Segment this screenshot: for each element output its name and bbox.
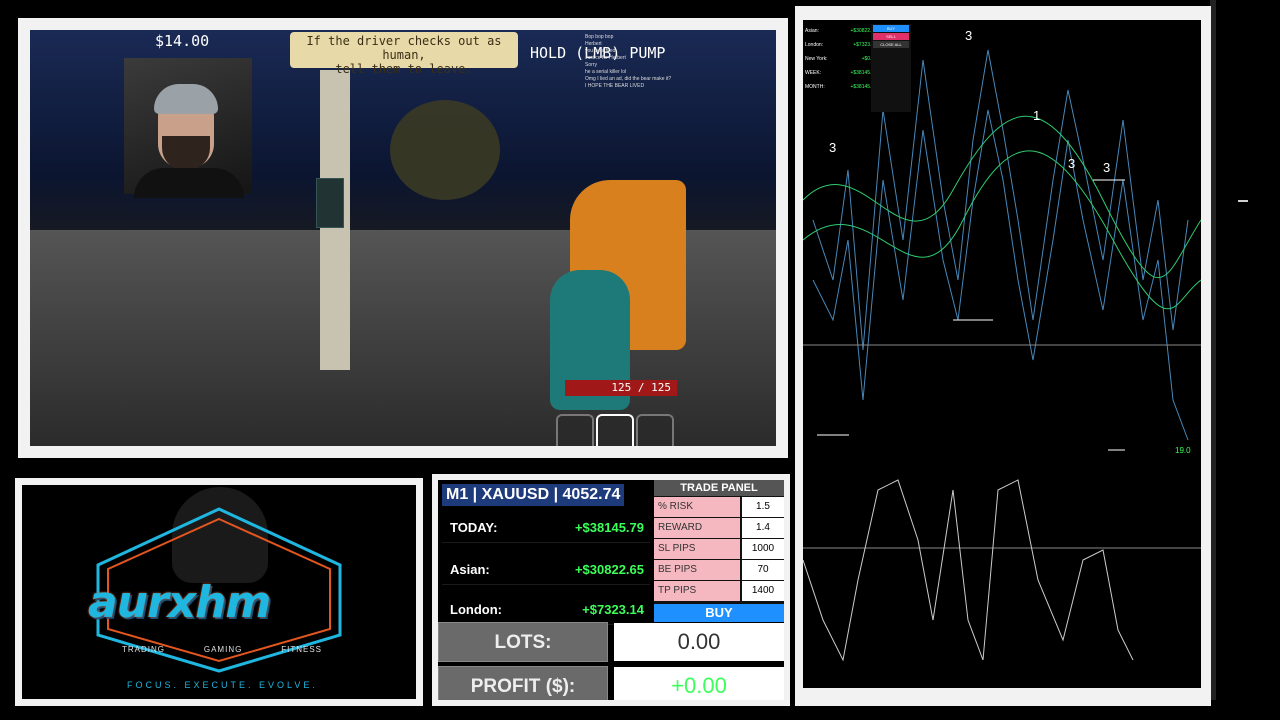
chart-annotation: 3 [829,140,837,155]
sl-pips-input[interactable]: 1000 [742,539,784,559]
chat-message: you beat fired [585,48,616,54]
mini-trade-panel: BUY SELL CLOSE ALL [871,24,911,112]
category-fitness: FITNESS [281,645,322,654]
account-label: Asian: [805,28,819,34]
chat-message: Bop bop bop [585,34,614,40]
chat-message: Herbert [585,41,602,47]
inventory-slot[interactable] [636,414,674,446]
webcam-overlay [124,58,252,198]
risk-input[interactable]: 1.5 [742,497,784,517]
tree [390,100,500,200]
category-gaming: GAMING [203,645,243,654]
account-label: WEEK: [805,70,822,76]
candlestick-chart [803,49,1201,662]
close-all-button[interactable]: CLOSE ALL [873,41,909,48]
trade-field: REWARD 1.4 [654,518,784,538]
account-row: London: +$7323.14 [805,38,877,52]
pnl-value: +$30822.65 [574,562,644,577]
inventory-slot[interactable] [556,414,594,446]
field-label: BE PIPS [654,560,740,580]
account-label: New York: [805,56,828,62]
tp-pips-input[interactable]: 1400 [742,581,784,601]
field-label: TP PIPS [654,581,740,601]
pnl-label: London: [450,602,502,617]
quest-line-2: tell them to leave. [335,62,473,76]
account-row: MONTH: +$38145.79 [805,80,877,94]
trade-panel: TRADE PANEL % RISK 1.5 REWARD 1.4 SL PIP… [654,480,784,622]
account-summary: Asian: +$30822.65 London: +$7323.14 New Yo… [805,24,877,94]
chat-message: Omg I lied an ad, did the bear make it? [585,76,672,82]
account-row: Asian: +$30822.65 [805,24,877,38]
field-label: SL PIPS [654,539,740,559]
account-label: MONTH: [805,84,825,90]
mini-buy-button[interactable]: BUY [873,25,909,32]
streamer-beard [162,136,210,170]
pnl-label: TODAY: [450,520,498,535]
money-counter: $14.00 [155,32,210,50]
pnl-row: London: +$7323.14 [442,596,650,625]
inventory-slot-active[interactable] [596,414,634,446]
trading-dashboard: M1 | XAUUSD | 4052.74 TODAY: +$38145.79 … [438,480,784,700]
brand-name: aurxhm [88,577,271,628]
chart-annotation: 3 [1068,156,1076,171]
trade-field: TP PIPS 1400 [654,581,784,601]
streamer-body [134,168,244,198]
be-pips-input[interactable]: 70 [742,560,784,580]
price-chart: Asian: +$30822.65 London: +$7323.14 New Yo… [803,20,1201,688]
streamer-beanie [154,84,218,114]
brand-categories: TRADING GAMING FITNESS [122,645,322,654]
mini-sell-button[interactable]: SELL [873,33,909,40]
pnl-value: +$7323.14 [582,602,644,617]
chat-message: Sorry [585,62,597,68]
buy-button[interactable]: BUY [654,604,784,622]
chart-annotation: 3 [965,28,973,43]
category-trading: TRADING [122,645,165,654]
chat-overlay: Bop bop bop Herbert you beat fired Justi… [585,34,705,90]
symbol-title: M1 | XAUUSD | 4052.74 [442,484,625,506]
chat-message: Justice for Herbert [585,55,626,61]
chat-message: I HOPE THE BEAR LIVED [585,83,645,89]
trade-panel-title: TRADE PANEL [654,480,784,496]
brand-tagline: FOCUS. EXECUTE. EVOLVE. [127,680,318,690]
profit-value: +0.00 [614,667,784,700]
pnl-row: Asian: +$30822.65 [442,556,650,585]
trade-field: % RISK 1.5 [654,497,784,517]
quest-banner: If the driver checks out as human, tell … [290,32,518,76]
field-label: REWARD [654,518,740,538]
pnl-label: Asian: [450,562,490,577]
pnl-row: TODAY: +$38145.79 [442,514,650,543]
gas-pump [316,178,344,228]
quest-line-1: If the driver checks out as human, [306,34,502,62]
oscillator [803,479,1201,662]
account-row: New York: +$0.00 [805,52,877,66]
tech-line-deco [1238,200,1248,202]
lots-label: LOTS: [438,622,608,662]
profit-label: PROFIT ($): [438,666,608,700]
reward-input[interactable]: 1.4 [742,518,784,538]
game-stream: $14.00 If the driver checks out as human… [30,30,776,446]
price-tag: 19.0 [1175,446,1191,455]
chart-annotation: 1 [1033,108,1041,123]
pnl-value: +$38145.79 [574,520,644,535]
trade-field: SL PIPS 1000 [654,539,784,559]
chat-message: he a serial killer lol [585,69,627,75]
logo-panel: aurxhm TRADING GAMING FITNESS FOCUS. EXE… [22,485,416,699]
chart-annotation: 3 [1103,160,1111,175]
account-label: London: [805,42,824,48]
health-bar: 125 / 125 [565,380,677,396]
lots-value: 0.00 [614,623,784,661]
field-label: % RISK [654,497,740,517]
account-row: WEEK: +$38145.79 [805,66,877,80]
trade-field: BE PIPS 70 [654,560,784,580]
